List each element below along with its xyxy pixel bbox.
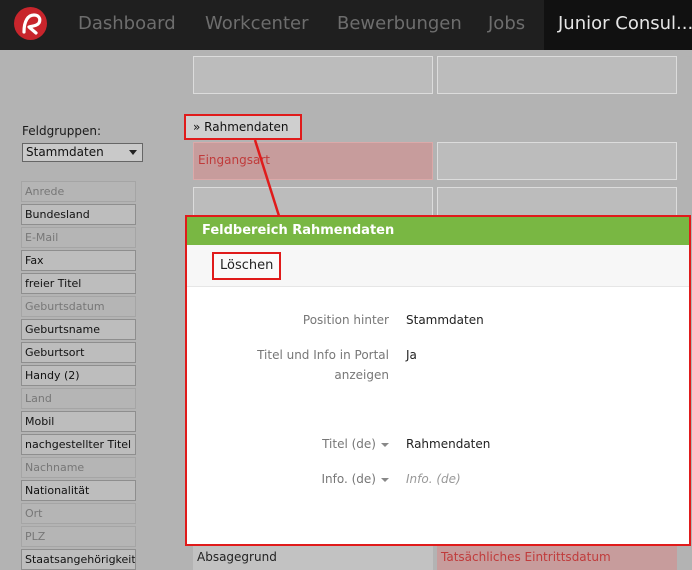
field-item-mobil[interactable]: Mobil (21, 411, 136, 432)
position-label: Position hinter (302, 313, 389, 327)
info-input[interactable]: Info. (de) (406, 469, 461, 489)
field-groups-selected: Stammdaten (26, 145, 104, 159)
field-item-nachgestellter-titel[interactable]: nachgestellter Titel (21, 434, 136, 455)
absagegrund-field[interactable]: Absagegrund (193, 546, 433, 570)
form-field-placeholder[interactable] (437, 56, 677, 94)
nav-tab-workcenter[interactable]: Workcenter (205, 0, 309, 50)
field-item-handy-2[interactable]: Handy (2) (21, 365, 136, 386)
dialog-title: Feldbereich Rahmendaten (187, 217, 689, 245)
brand-logo-icon[interactable] (14, 7, 47, 40)
field-item-plz[interactable]: PLZ (21, 526, 136, 547)
form-field-placeholder[interactable] (437, 142, 677, 180)
chevron-down-icon (129, 150, 137, 155)
portal-label: Titel und Info in Portal anzeigen (257, 348, 389, 382)
field-item-freier-titel[interactable]: freier Titel (21, 273, 136, 294)
field-item-nachname[interactable]: Nachname (21, 457, 136, 478)
field-item-bundesland[interactable]: Bundesland (21, 204, 136, 225)
nav-tab-jobs[interactable]: Jobs (488, 0, 525, 50)
field-item-staatsangehoerigkeit[interactable]: Staatsangehörigkeit (21, 549, 136, 570)
field-item-ort[interactable]: Ort (21, 503, 136, 524)
field-groups-select[interactable]: Stammdaten (22, 143, 143, 162)
eintrittsdatum-label: Tatsächliches Eintrittsdatum (441, 550, 611, 564)
top-nav: Dashboard Workcenter Bewerbungen Jobs Ju… (0, 0, 692, 50)
title-label: Titel (de) (322, 437, 376, 451)
info-lang-dropdown[interactable]: Info. (de) (321, 469, 389, 489)
portal-value[interactable]: Ja (406, 345, 417, 365)
nav-tab-junior-consultant[interactable]: Junior Consul... (544, 0, 692, 50)
field-area-dialog: Feldbereich Rahmendaten Löschen Position… (185, 215, 691, 546)
form-field-placeholder[interactable] (193, 56, 433, 94)
field-item-land[interactable]: Land (21, 388, 136, 409)
eingangsart-field[interactable]: Eingangsart (193, 142, 433, 180)
form-field-placeholder[interactable] (437, 187, 677, 217)
field-item-email[interactable]: E-Mail (21, 227, 136, 248)
field-item-nationalitaet[interactable]: Nationalität (21, 480, 136, 501)
section-tag-rahmendaten[interactable]: » Rahmendaten (184, 114, 302, 140)
title-value[interactable]: Rahmendaten (406, 434, 490, 454)
field-item-geburtsname[interactable]: Geburtsname (21, 319, 136, 340)
title-lang-dropdown[interactable]: Titel (de) (322, 434, 389, 454)
caret-down-icon (381, 477, 389, 482)
nav-tab-dashboard[interactable]: Dashboard (78, 0, 176, 50)
position-value[interactable]: Stammdaten (406, 310, 484, 330)
eintrittsdatum-field[interactable]: Tatsächliches Eintrittsdatum (437, 546, 677, 570)
field-item-anrede[interactable]: Anrede (21, 181, 136, 202)
field-item-geburtsdatum[interactable]: Geburtsdatum (21, 296, 136, 317)
eingangsart-label: Eingangsart (198, 153, 270, 167)
field-item-geburtsort[interactable]: Geburtsort (21, 342, 136, 363)
field-item-fax[interactable]: Fax (21, 250, 136, 271)
info-label: Info. (de) (321, 472, 377, 486)
caret-down-icon (381, 442, 389, 447)
field-groups-label: Feldgruppen: (22, 124, 102, 138)
delete-button[interactable]: Löschen (212, 252, 282, 280)
form-field-placeholder[interactable] (193, 187, 433, 217)
absagegrund-label: Absagegrund (197, 550, 277, 564)
field-list: Anrede Bundesland E-Mail Fax freier Tite… (21, 181, 136, 570)
nav-tab-bewerbungen[interactable]: Bewerbungen (337, 0, 462, 50)
dialog-toolbar: Löschen (187, 245, 689, 287)
